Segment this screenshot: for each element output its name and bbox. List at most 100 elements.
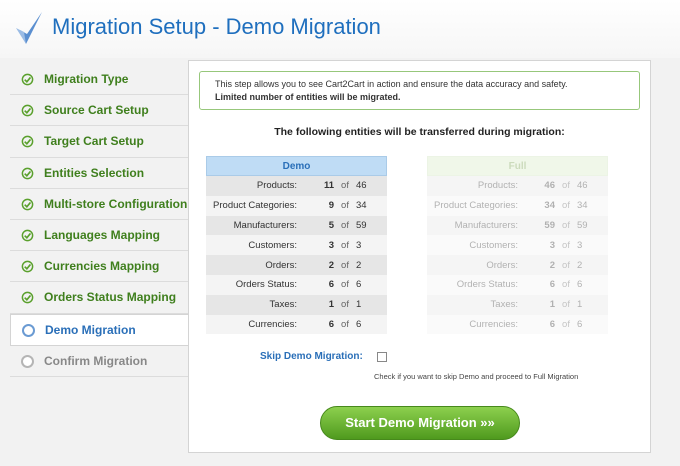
- logo-icon: [16, 12, 42, 44]
- table-row: Taxes: 1 of 1: [427, 294, 608, 315]
- entity-label: Manufacturers:: [233, 219, 297, 231]
- table-row: Currencies: 6 of 6: [206, 314, 387, 335]
- circle-icon: [21, 354, 34, 368]
- entity-count: 5: [328, 219, 334, 231]
- table-row: Orders: 2 of 2: [427, 255, 608, 275]
- step-source-cart-setup[interactable]: Source Cart Setup: [10, 95, 188, 127]
- table-row: Taxes: 1 of 1: [206, 294, 387, 315]
- table-header: Demo: [206, 156, 387, 176]
- step-label: Languages Mapping: [44, 228, 161, 243]
- entity-total: 3: [356, 239, 362, 251]
- table-row: Orders Status: 6 of 6: [427, 274, 608, 295]
- step-label: Demo Migration: [45, 322, 136, 337]
- entity-total: 34: [356, 200, 367, 212]
- entity-count: 6: [549, 279, 555, 291]
- table-row: Orders: 2 of 2: [206, 255, 387, 275]
- table-row: Orders Status: 6 of 6: [206, 274, 387, 295]
- table-row: Manufacturers: 5 of 59: [206, 215, 387, 236]
- step-label: Source Cart Setup: [44, 103, 149, 118]
- notice-limit-text: Limited number of entities will be migra…: [215, 92, 401, 102]
- step-label: Entities Selection: [44, 165, 145, 180]
- entity-total: 2: [356, 259, 362, 271]
- step-demo-migration[interactable]: Demo Migration: [10, 313, 189, 346]
- of-label: of: [562, 318, 570, 330]
- check-circle-icon: [21, 260, 34, 273]
- table-row: Product Categories: 9 of 34: [206, 195, 387, 216]
- entity-total: 2: [577, 259, 583, 271]
- step-confirm-migration[interactable]: Confirm Migration: [10, 346, 188, 377]
- table-row: Product Categories: 34 of 34: [427, 195, 608, 216]
- entity-total: 6: [356, 279, 362, 291]
- table-row: Customers: 3 of 3: [206, 235, 387, 256]
- entity-total: 1: [577, 299, 583, 311]
- demo-entities-table: Demo Products: 11 of 46 Product Categories:…: [206, 156, 387, 335]
- step-label: Target Cart Setup: [44, 134, 144, 149]
- step-currencies-mapping[interactable]: Currencies Mapping: [10, 251, 188, 283]
- steps-sidebar: Migration Type Source Cart Setup Target …: [10, 64, 189, 377]
- entity-total: 6: [577, 318, 583, 330]
- check-circle-icon: [21, 73, 34, 86]
- entity-label: Orders Status:: [235, 279, 297, 291]
- skip-demo-label: Skip Demo Migration:: [260, 351, 363, 362]
- entity-label: Currencies:: [248, 318, 297, 330]
- entity-label: Products:: [256, 180, 297, 192]
- start-demo-migration-button[interactable]: Start Demo Migration »»: [320, 406, 520, 440]
- entity-count: 6: [328, 279, 334, 291]
- entity-count: 6: [549, 318, 555, 330]
- entity-count: 1: [328, 299, 334, 311]
- table-body: Products: 46 of 46 Product Categories: 34 of 3…: [427, 176, 608, 335]
- of-label: of: [341, 279, 349, 291]
- entity-count: 11: [323, 180, 334, 192]
- entity-label: Product Categories:: [434, 200, 518, 212]
- entity-count: 6: [328, 318, 334, 330]
- entity-count: 46: [544, 180, 555, 192]
- entity-count: 34: [544, 200, 555, 212]
- entity-count: 2: [549, 259, 555, 271]
- step-label: Migration Type: [44, 72, 129, 87]
- of-label: of: [341, 318, 349, 330]
- skip-demo-checkbox[interactable]: [377, 352, 387, 362]
- entity-total: 59: [356, 219, 367, 231]
- entity-label: Customers:: [248, 239, 297, 251]
- entity-label: Products:: [477, 180, 518, 192]
- check-circle-icon: [21, 229, 34, 242]
- entity-count: 3: [549, 239, 555, 251]
- check-circle-icon: [21, 198, 34, 211]
- entity-label: Orders:: [486, 259, 518, 271]
- entity-label: Orders Status:: [456, 279, 518, 291]
- table-row: Currencies: 6 of 6: [427, 314, 608, 335]
- step-migration-type[interactable]: Migration Type: [10, 64, 188, 96]
- entity-count: 3: [328, 239, 334, 251]
- step-languages-mapping[interactable]: Languages Mapping: [10, 220, 188, 252]
- entity-label: Manufacturers:: [454, 219, 518, 231]
- full-entities-table: Full Products: 46 of 46 Product Categories:…: [427, 156, 608, 335]
- entity-label: Customers:: [469, 239, 518, 251]
- step-entities-selection[interactable]: Entities Selection: [10, 158, 188, 189]
- of-label: of: [562, 219, 570, 231]
- table-row: Manufacturers: 59 of 59: [427, 215, 608, 236]
- table-body: Products: 11 of 46 Product Categories: 9 of 34…: [206, 176, 387, 335]
- demo-migration-panel: This step allows you to see Cart2Cart in…: [188, 60, 651, 453]
- skip-demo-hint: Check if you want to skip Demo and proce…: [374, 372, 579, 381]
- entity-total: 46: [356, 180, 367, 192]
- of-label: of: [562, 259, 570, 271]
- step-multi-store-configuration[interactable]: Multi-store Configuration: [10, 189, 188, 220]
- entity-label: Product Categories:: [213, 200, 297, 212]
- step-target-cart-setup[interactable]: Target Cart Setup: [10, 126, 188, 158]
- entity-total: 34: [577, 200, 588, 212]
- entity-total: 1: [356, 299, 362, 311]
- of-label: of: [341, 180, 349, 192]
- entity-total: 6: [577, 279, 583, 291]
- entity-count: 1: [549, 299, 555, 311]
- entity-total: 46: [577, 180, 588, 192]
- entity-label: Taxes:: [269, 299, 297, 311]
- of-label: of: [341, 239, 349, 251]
- entity-count: 9: [328, 200, 334, 212]
- step-orders-status-mapping[interactable]: Orders Status Mapping: [10, 282, 188, 314]
- step-label: Currencies Mapping: [44, 259, 160, 274]
- table-row: Products: 46 of 46: [427, 176, 608, 196]
- of-label: of: [562, 239, 570, 251]
- table-row: Products: 11 of 46: [206, 176, 387, 196]
- entity-total: 6: [356, 318, 362, 330]
- of-label: of: [562, 200, 570, 212]
